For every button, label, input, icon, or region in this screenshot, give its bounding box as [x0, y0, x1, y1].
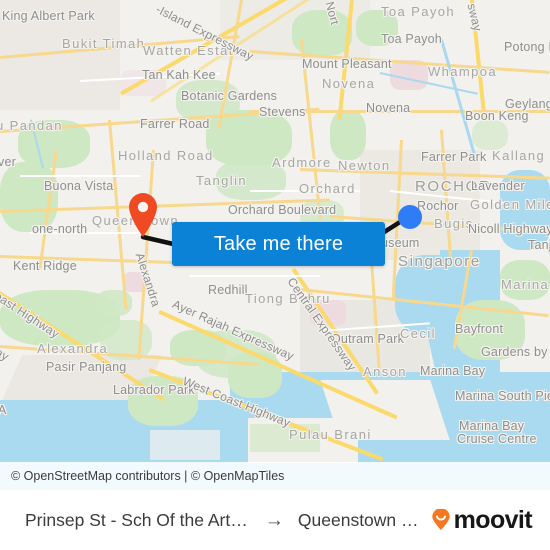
map-canvas[interactable]: King Albert Park Bukit Timah Watten Estate…: [0, 0, 550, 490]
map-label: Marina Bay: [420, 364, 486, 378]
map-label: Tiong Bahru: [245, 291, 331, 306]
map-label: one-north: [32, 222, 88, 236]
map-label: Alexandra: [37, 341, 109, 356]
origin-pin-hole: [137, 201, 149, 213]
moovit-trip-map-screen: King Albert Park Bukit Timah Watten Estate…: [0, 0, 550, 550]
map-label: Marina Bay: [459, 419, 525, 433]
map-label: Singapore: [398, 253, 481, 270]
map-label: Gardens by the B: [481, 345, 550, 359]
map-label: A: [0, 403, 7, 417]
destination-dot[interactable]: [398, 205, 422, 229]
map-label: Kent Ridge: [13, 259, 77, 273]
map-label: Mount Pleasant: [302, 57, 392, 71]
map-park: [228, 352, 282, 398]
attribution-text[interactable]: © OpenStreetMap contributors | © OpenMap…: [0, 469, 284, 483]
map-label: Tan Kah Kee: [142, 68, 216, 82]
map-label: Toa Payoh: [381, 4, 456, 19]
map-label: useum: [381, 236, 420, 250]
map-label: Cecil: [400, 326, 436, 341]
map-park: [330, 110, 366, 160]
map-label: Redhill: [208, 283, 248, 297]
map-label: Boon Keng: [465, 109, 529, 123]
map-label: Toa Payoh: [381, 32, 442, 46]
map-label: Bayfront: [455, 322, 504, 336]
arrow-right-icon: →: [264, 509, 284, 531]
map-label: Kallang: [492, 148, 546, 163]
map-label: Whampoa: [428, 64, 498, 79]
trip-endpoints: Prinsep St - Sch Of the Arts (0… → Queen…: [0, 510, 430, 531]
map-label: Pulau Brani: [289, 427, 372, 442]
trip-summary-bar: Prinsep St - Sch Of the Arts (0… → Queen…: [0, 490, 550, 550]
moovit-wordmark: moovit: [453, 505, 533, 534]
map-label: Orchard Boulevard: [228, 203, 337, 217]
map-label: Novena: [322, 76, 376, 91]
origin-pin-shape: [129, 193, 157, 237]
map-label: Newton: [338, 158, 391, 173]
map-label: Botanic Gardens: [181, 89, 278, 103]
road-minor: [190, 275, 320, 277]
map-label: Novena: [366, 101, 411, 115]
map-label: Farrer Road: [140, 117, 210, 131]
moovit-pin-icon: [431, 509, 450, 531]
map-label: ver: [0, 155, 16, 169]
map-label: Ardmore: [272, 155, 332, 170]
map-label: Orchard: [299, 181, 356, 196]
map-label: Tanglin: [196, 173, 247, 188]
origin-stop-label: Prinsep St - Sch Of the Arts (0…: [25, 509, 251, 530]
map-label: Bukit Timah: [62, 36, 146, 51]
take-me-there-button[interactable]: Take me there: [172, 222, 385, 266]
destination-stop-label: Queenstown Sta…: [297, 509, 430, 530]
map-label: Pasir Panjang: [46, 360, 127, 374]
map-label: Stevens: [259, 105, 306, 119]
map-label: u Pandan: [0, 118, 63, 133]
map-label: Marina South Pier: [455, 389, 550, 403]
map-park: [472, 120, 508, 150]
map-island: [150, 430, 220, 460]
map-label: Anson: [363, 364, 407, 379]
map-label: Buona Vista: [44, 179, 114, 193]
map-label: Rochor: [417, 199, 459, 213]
road-minor: [20, 175, 140, 177]
map-label: Golden Mile: [470, 197, 550, 212]
map-label: Marina Ea: [501, 277, 550, 292]
moovit-logo: moovit: [430, 506, 550, 535]
map-label: Holland Road: [118, 148, 214, 163]
map-label: Tanjo: [528, 238, 550, 252]
origin-pin[interactable]: [128, 192, 158, 238]
map-label: Nicoll Highway: [468, 222, 550, 236]
map-label: Farrer Park: [421, 150, 487, 164]
map-label: Potong Pasi: [504, 40, 550, 54]
map-label: King Albert Park: [2, 9, 95, 23]
map-label: Cruise Centre: [457, 432, 537, 446]
map-label: Lavender: [471, 179, 525, 193]
map-attribution: © OpenStreetMap contributors | © OpenMap…: [0, 462, 550, 490]
